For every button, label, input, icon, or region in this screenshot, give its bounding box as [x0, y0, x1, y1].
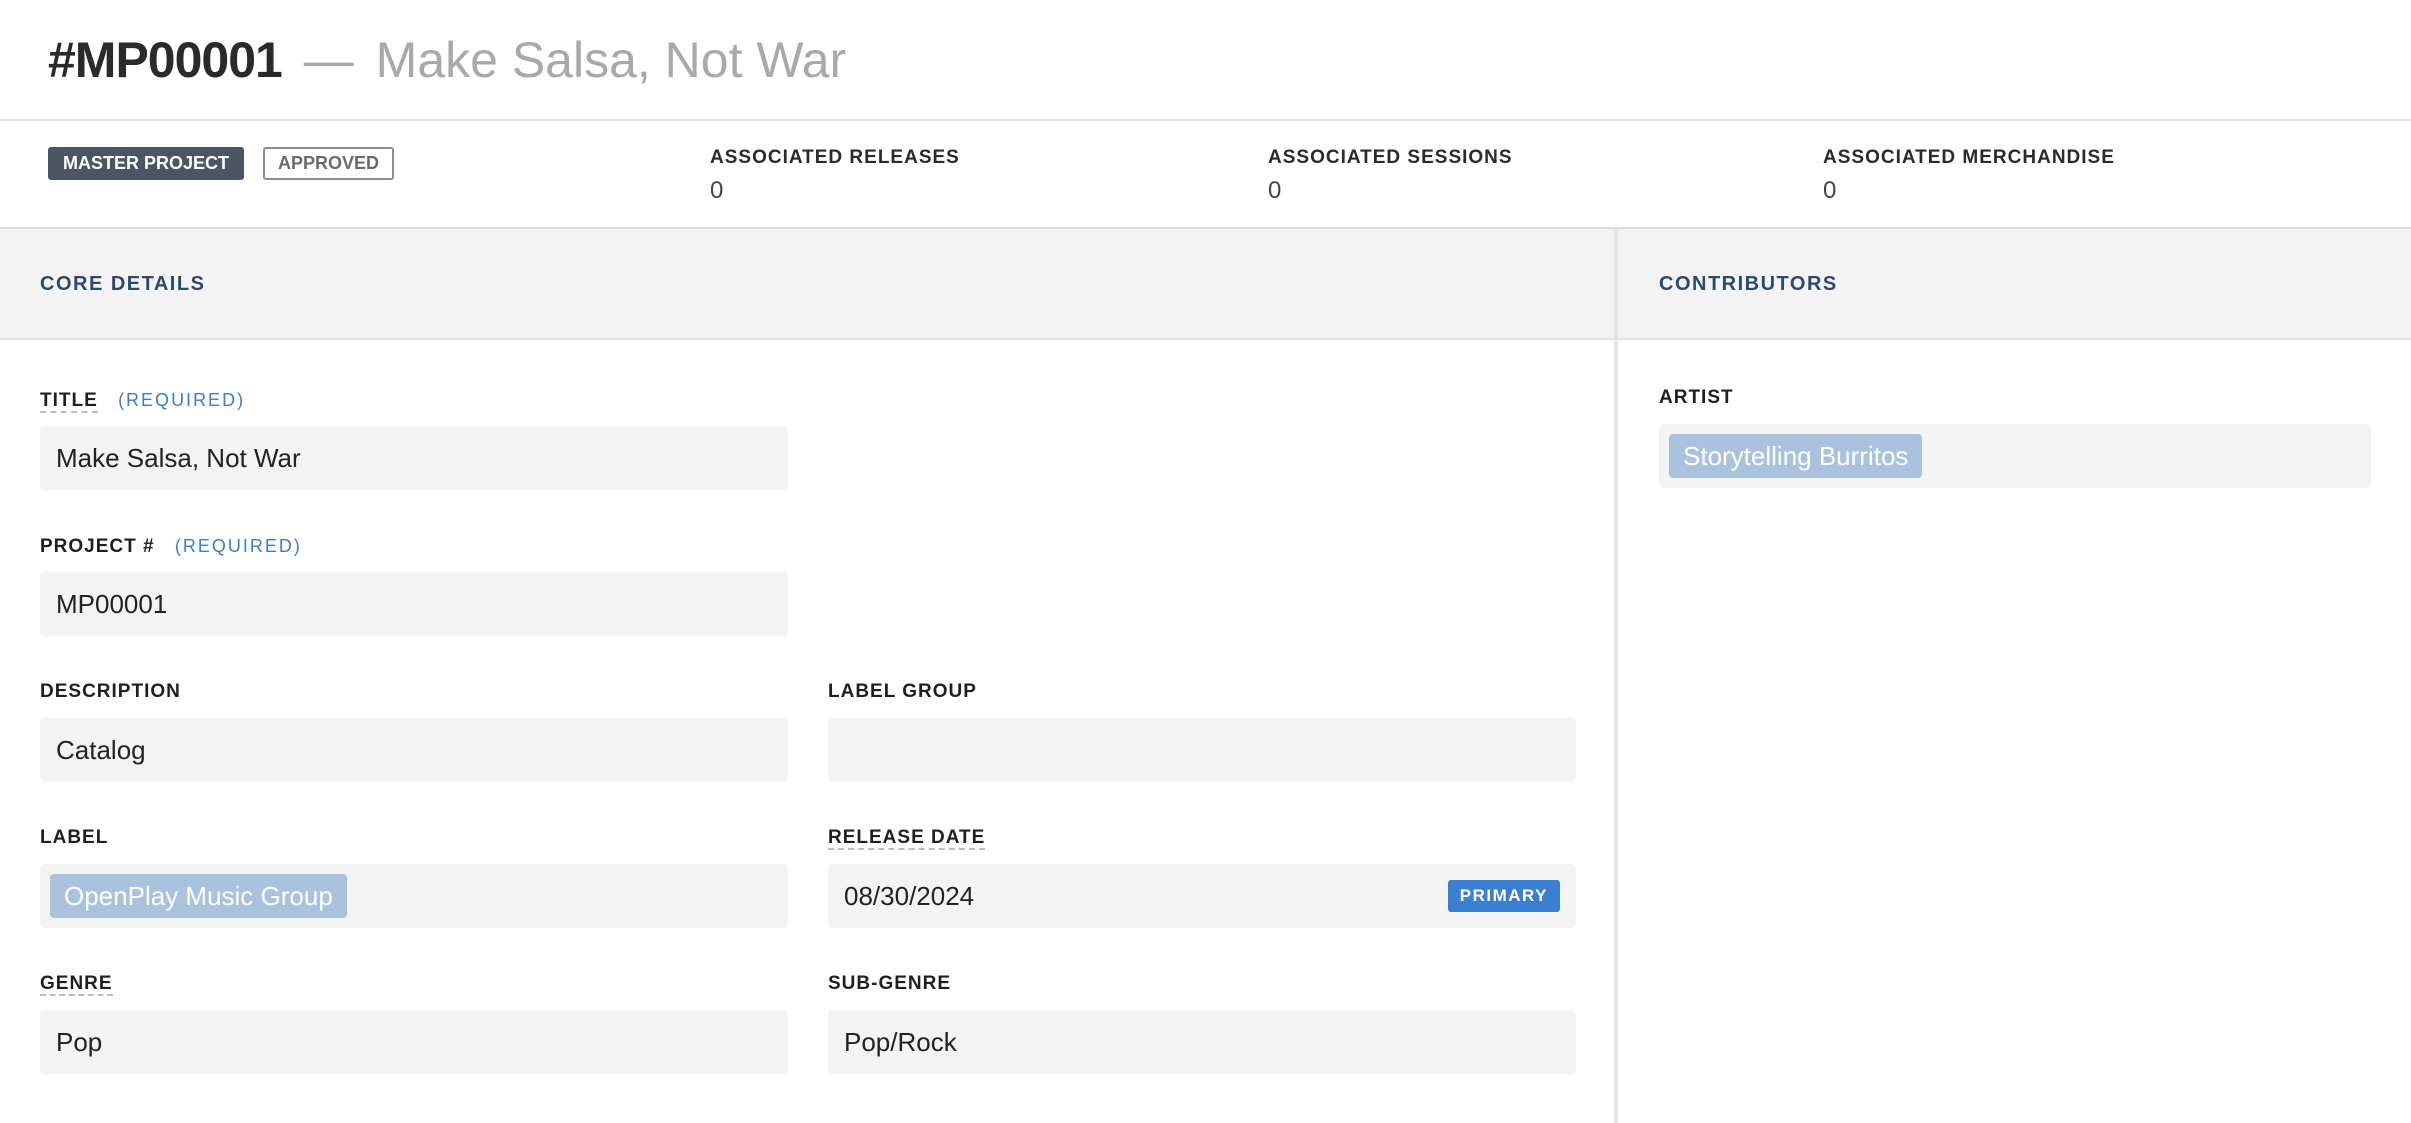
core-details-heading: CORE DETAILS: [40, 273, 206, 295]
release-date-input[interactable]: 08/30/2024 PRIMARY: [828, 864, 1576, 928]
genre-field: GENRE Pop: [40, 972, 788, 1074]
label-label: LABEL: [40, 827, 109, 848]
label-group-select[interactable]: [828, 718, 1576, 782]
genre-label: GENRE: [40, 973, 113, 996]
sub-genre-label: SUB-GENRE: [828, 973, 952, 994]
label-group-label: LABEL GROUP: [828, 681, 977, 702]
artist-select[interactable]: Storytelling Burritos: [1659, 424, 2371, 488]
type-badge: MASTER PROJECT: [48, 147, 245, 180]
stat-label: ASSOCIATED RELEASES: [710, 147, 960, 168]
artist-field: ARTIST Storytelling Burritos: [1659, 386, 2371, 488]
project-number-label: PROJECT #: [40, 536, 155, 557]
page-title: #MP00001 — Make Salsa, Not War: [48, 30, 846, 90]
title-input[interactable]: Make Salsa, Not War: [40, 426, 788, 490]
genre-select[interactable]: Pop: [40, 1010, 788, 1074]
project-name: Make Salsa, Not War: [375, 32, 847, 88]
label-select[interactable]: OpenPlay Music Group: [40, 864, 788, 928]
primary-badge: PRIMARY: [1447, 880, 1560, 912]
project-number-input[interactable]: MP00001: [40, 572, 788, 636]
title-field: TITLE (REQUIRED) Make Salsa, Not War: [40, 388, 788, 490]
label-field: LABEL OpenPlay Music Group: [40, 826, 788, 928]
panel-divider: [1614, 229, 1618, 1123]
stat-label: ASSOCIATED MERCHANDISE: [1823, 147, 2115, 168]
label-chip[interactable]: OpenPlay Music Group: [50, 874, 347, 918]
stat-value: 0: [710, 177, 724, 204]
required-indicator: (REQUIRED): [174, 536, 302, 556]
artist-label: ARTIST: [1659, 387, 1734, 408]
stat-label: ASSOCIATED SESSIONS: [1268, 147, 1513, 168]
sub-genre-select[interactable]: Pop/Rock: [828, 1010, 1576, 1074]
summary-bar: MASTER PROJECT APPROVED ASSOCIATED RELEA…: [0, 121, 2411, 229]
release-date-value: 08/30/2024: [844, 881, 975, 911]
stat-associated-releases[interactable]: ASSOCIATED RELEASES 0: [710, 147, 960, 205]
description-field: DESCRIPTION Catalog: [40, 680, 788, 782]
description-label: DESCRIPTION: [40, 681, 181, 702]
title-label: TITLE: [40, 390, 98, 413]
release-date-label: RELEASE DATE: [828, 827, 986, 850]
project-number-field: PROJECT # (REQUIRED) MP00001: [40, 534, 788, 636]
contributors-heading: CONTRIBUTORS: [1659, 273, 1838, 295]
artist-chip[interactable]: Storytelling Burritos: [1669, 434, 1923, 478]
title-separator: —: [303, 32, 354, 88]
required-indicator: (REQUIRED): [118, 390, 246, 410]
status-badge: APPROVED: [263, 147, 395, 180]
contributors-header: CONTRIBUTORS: [1618, 229, 2411, 340]
core-details-header: CORE DETAILS: [0, 229, 1614, 340]
stat-associated-merchandise[interactable]: ASSOCIATED MERCHANDISE 0: [1823, 147, 2115, 205]
page-header: #MP00001 — Make Salsa, Not War: [0, 0, 2411, 121]
stat-associated-sessions[interactable]: ASSOCIATED SESSIONS 0: [1268, 147, 1513, 205]
description-input[interactable]: Catalog: [40, 718, 788, 782]
sub-genre-field: SUB-GENRE Pop/Rock: [828, 972, 1576, 1074]
release-date-field: RELEASE DATE 08/30/2024 PRIMARY: [828, 826, 1576, 928]
stat-value: 0: [1823, 177, 1837, 204]
project-code: #MP00001: [48, 32, 283, 88]
label-group-field: LABEL GROUP: [828, 680, 1576, 782]
stat-value: 0: [1268, 177, 1282, 204]
